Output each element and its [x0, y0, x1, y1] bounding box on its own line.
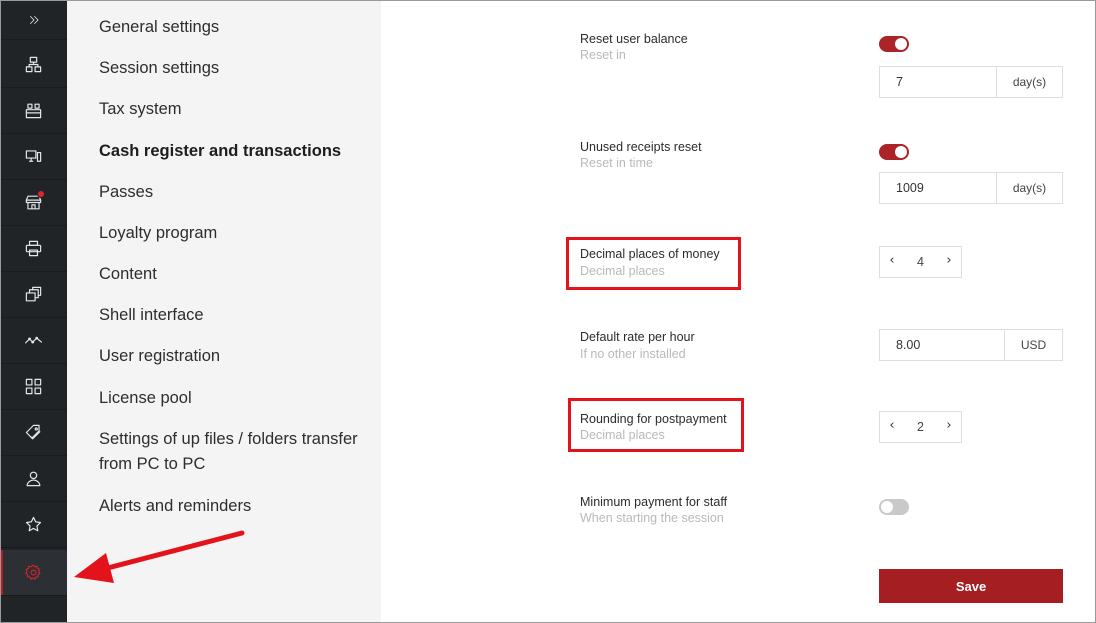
rounding-value[interactable]: 2	[904, 412, 937, 442]
settings-content: Reset user balance Reset in day(s) Unuse…	[381, 0, 1096, 623]
increase-button[interactable]: ›	[937, 247, 961, 277]
activity-icon[interactable]	[0, 318, 67, 364]
default-rate-currency: USD	[1004, 330, 1062, 360]
menu-item-loyalty-program[interactable]: Loyalty program	[99, 221, 369, 246]
menu-item-session-settings[interactable]: Session settings	[99, 56, 369, 81]
toggle-knob	[895, 38, 907, 50]
tags-icon[interactable]	[0, 410, 67, 456]
default-rate-field: USD	[879, 329, 1063, 361]
menu-item-file-transfer[interactable]: Settings of up files / folders transfer …	[99, 427, 369, 477]
menu-item-tax-system[interactable]: Tax system	[99, 97, 369, 122]
default-rate-input[interactable]	[880, 330, 996, 360]
reset-balance-sublabel: Reset in	[580, 48, 626, 62]
shop-icon[interactable]	[0, 180, 67, 226]
reset-balance-input[interactable]	[880, 67, 996, 97]
rounding-label: Rounding for postpayment	[580, 412, 727, 426]
workstations-icon[interactable]	[0, 88, 67, 134]
unused-receipts-field: day(s)	[879, 172, 1063, 204]
min-payment-sublabel: When starting the session	[580, 511, 724, 525]
decimal-money-sublabel: Decimal places	[580, 264, 665, 278]
rounding-sublabel: Decimal places	[580, 428, 665, 442]
unused-receipts-toggle[interactable]	[879, 144, 909, 160]
decimal-money-label: Decimal places of money	[580, 247, 720, 261]
decimal-money-value[interactable]: 4	[904, 247, 937, 277]
menu-item-passes[interactable]: Passes	[99, 180, 369, 205]
toggle-knob	[895, 146, 907, 158]
star-icon[interactable]	[0, 502, 67, 548]
menu-item-general-settings[interactable]: General settings	[99, 15, 369, 40]
min-payment-label: Minimum payment for staff	[580, 495, 728, 509]
reset-balance-unit: day(s)	[996, 67, 1062, 97]
min-payment-toggle[interactable]	[879, 499, 909, 515]
decimal-money-stepper: ‹ 4 ›	[879, 246, 962, 278]
settings-menu: General settings Session settings Tax sy…	[67, 0, 381, 623]
reset-balance-field: day(s)	[879, 66, 1063, 98]
users-icon[interactable]	[0, 456, 67, 502]
unused-receipts-sublabel: Reset in time	[580, 156, 653, 170]
reset-balance-toggle[interactable]	[879, 36, 909, 52]
unused-receipts-unit: day(s)	[996, 173, 1062, 203]
unused-receipts-input[interactable]	[880, 173, 996, 203]
icon-sidebar	[0, 0, 67, 623]
increase-button[interactable]: ›	[937, 412, 961, 442]
toggle-knob	[881, 501, 893, 513]
save-button[interactable]: Save	[879, 569, 1063, 603]
unused-receipts-label: Unused receipts reset	[580, 140, 702, 154]
gear-icon[interactable]	[0, 550, 67, 596]
default-rate-sublabel: If no other installed	[580, 347, 686, 361]
menu-item-shell-interface[interactable]: Shell interface	[99, 303, 369, 328]
decrease-button[interactable]: ‹	[880, 247, 904, 277]
grid-icon[interactable]	[0, 364, 67, 410]
menu-item-cash-register[interactable]: Cash register and transactions	[99, 139, 369, 164]
menu-item-license-pool[interactable]: License pool	[99, 386, 369, 411]
network-icon[interactable]	[0, 42, 67, 88]
collapse-icon[interactable]	[0, 0, 67, 40]
decrease-button[interactable]: ‹	[880, 412, 904, 442]
devices-icon[interactable]	[0, 134, 67, 180]
printer-icon[interactable]	[0, 226, 67, 272]
menu-item-user-registration[interactable]: User registration	[99, 344, 369, 369]
default-rate-label: Default rate per hour	[580, 330, 695, 344]
menu-item-content[interactable]: Content	[99, 262, 369, 287]
reset-balance-label: Reset user balance	[580, 32, 688, 46]
rounding-stepper: ‹ 2 ›	[879, 411, 962, 443]
layers-icon[interactable]	[0, 272, 67, 318]
menu-item-alerts-reminders[interactable]: Alerts and reminders	[99, 494, 369, 519]
notification-badge	[37, 190, 45, 198]
